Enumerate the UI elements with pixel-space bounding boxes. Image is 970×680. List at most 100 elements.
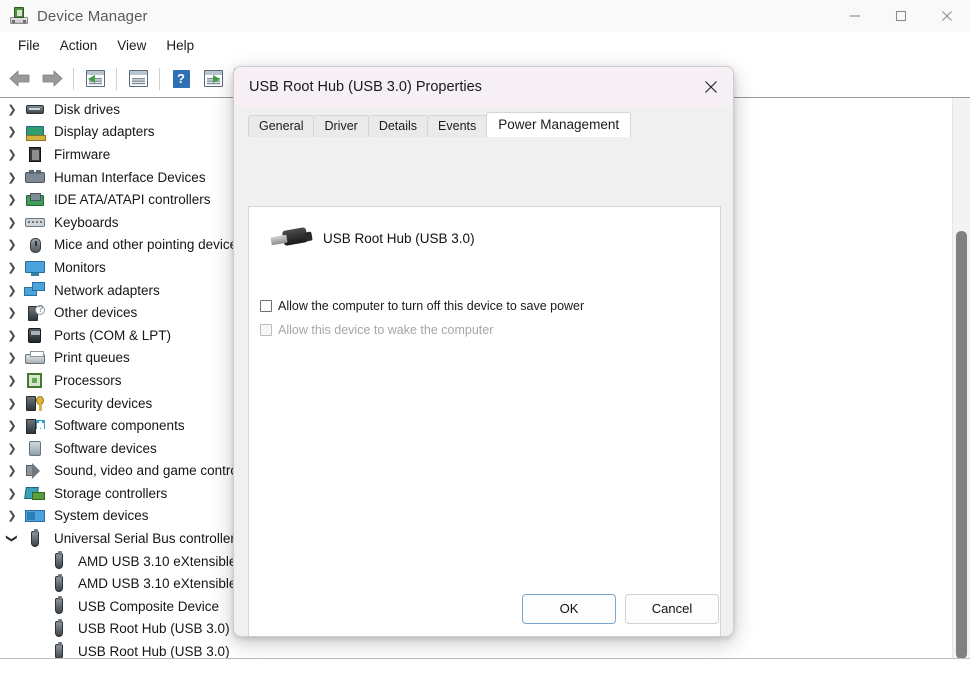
power-management-panel: USB Root Hub (USB 3.0) Allow the compute… [248, 206, 721, 636]
tree-item-label: Storage controllers [54, 485, 168, 501]
tab-events[interactable]: Events [427, 115, 488, 137]
close-button[interactable] [924, 0, 970, 32]
dialog-button-bar: OK Cancel [234, 581, 733, 636]
tree-item-label: Disk drives [54, 101, 121, 117]
tree-item-label: Processors [54, 372, 122, 388]
toolbar-separator [73, 67, 74, 90]
monitor-icon [24, 258, 46, 277]
scrollbar-thumb[interactable] [956, 231, 967, 659]
properties-dialog: USB Root Hub (USB 3.0) Properties Genera… [233, 66, 734, 637]
keyboard-icon [24, 213, 46, 231]
chevron-right-icon[interactable]: ❯ [0, 306, 24, 319]
chevron-right-icon[interactable]: ❯ [0, 351, 24, 364]
chevron-right-icon[interactable]: ❯ [0, 148, 24, 161]
human-interface-device-icon [24, 168, 46, 186]
toolbar-separator [116, 67, 117, 90]
tree-item-label: IDE ATA/ATAPI controllers [54, 192, 211, 208]
tree-item-label: Ports (COM & LPT) [54, 327, 172, 343]
usb-icon [24, 528, 46, 548]
chevron-right-icon[interactable]: ❯ [0, 464, 24, 477]
maximize-button[interactable] [878, 0, 924, 32]
chevron-right-icon[interactable]: ❯ [0, 261, 24, 274]
security-device-icon [24, 394, 46, 412]
menu-bar: File Action View Help [0, 32, 970, 59]
scan-hardware-changes-icon[interactable] [197, 64, 229, 94]
device-name: USB Root Hub (USB 3.0) [323, 230, 475, 246]
status-bar [0, 658, 970, 680]
tree-item-label: System devices [54, 508, 149, 524]
chevron-right-icon[interactable]: ❯ [0, 487, 24, 500]
chevron-right-icon[interactable]: ❯ [0, 509, 24, 522]
menu-item-action[interactable]: Action [50, 35, 108, 56]
chevron-right-icon[interactable]: ❯ [0, 238, 24, 251]
ok-button[interactable]: OK [522, 593, 616, 624]
tab-general[interactable]: General [248, 115, 315, 137]
chevron-down-icon[interactable]: ❯ [6, 527, 19, 551]
dialog-title: USB Root Hub (USB 3.0) Properties [249, 79, 482, 95]
vertical-scrollbar[interactable] [952, 98, 970, 659]
properties-window-icon[interactable] [79, 64, 111, 94]
allow-turn-off-label: Allow the computer to turn off this devi… [278, 299, 585, 313]
tree-item-label: Software components [54, 418, 185, 434]
option-row-wake-computer: Allow this device to wake the computer [260, 322, 720, 338]
printer-icon [24, 349, 46, 367]
tree-item-label: USB Root Hub (USB 3.0) [78, 644, 230, 658]
tab-details[interactable]: Details [367, 115, 429, 137]
system-device-icon [24, 507, 46, 525]
device-manager-window: Device Manager File Action View Help ? ❯… [0, 0, 970, 680]
minimize-button[interactable] [832, 0, 878, 32]
toolbar-separator [159, 67, 160, 90]
sound-device-icon [24, 462, 46, 480]
chevron-right-icon[interactable]: ❯ [0, 103, 24, 116]
dialog-close-button[interactable] [688, 67, 733, 107]
tree-item-label: Monitors [54, 259, 106, 275]
menu-item-view[interactable]: View [107, 35, 156, 56]
menu-item-help[interactable]: Help [156, 35, 204, 56]
ide-controller-icon [24, 191, 46, 209]
chevron-right-icon[interactable]: ❯ [0, 216, 24, 229]
tree-item-label: Sound, video and game controllers [54, 463, 263, 479]
cancel-button[interactable]: Cancel [625, 593, 719, 624]
chevron-right-icon[interactable]: ❯ [0, 374, 24, 387]
chevron-right-icon[interactable]: ❯ [0, 397, 24, 410]
tree-item-label: Keyboards [54, 214, 119, 230]
chevron-right-icon[interactable]: ❯ [0, 284, 24, 297]
chevron-right-icon[interactable]: ❯ [0, 125, 24, 138]
back-arrow-icon[interactable] [4, 64, 36, 94]
allow-turn-off-checkbox[interactable] [260, 300, 272, 312]
port-icon [24, 326, 46, 344]
tree-item-label: Display adapters [54, 124, 155, 140]
chevron-right-icon[interactable]: ❯ [0, 419, 24, 432]
dialog-titlebar: USB Root Hub (USB 3.0) Properties [234, 67, 733, 107]
storage-controller-icon [24, 484, 46, 502]
tree-item-label: Software devices [54, 440, 157, 456]
usb-plug-icon [269, 225, 313, 251]
software-device-icon [24, 439, 46, 457]
other-device-icon [24, 304, 46, 322]
mouse-icon [24, 236, 46, 254]
window-titlebar: Device Manager [0, 0, 970, 32]
software-component-icon [24, 417, 46, 435]
usb-icon [48, 573, 70, 593]
tree-item-label: Mice and other pointing devices [54, 237, 244, 253]
tree-item-label: USB Composite Device [78, 598, 220, 614]
tree-item-label: Human Interface Devices [54, 169, 206, 185]
processor-icon [24, 371, 46, 389]
allow-wake-label: Allow this device to wake the computer [278, 323, 494, 337]
display-adapter-icon [24, 123, 46, 141]
tree-item[interactable]: USB Root Hub (USB 3.0) [0, 640, 952, 658]
help-icon[interactable]: ? [165, 64, 197, 94]
menu-item-file[interactable]: File [8, 35, 50, 56]
tree-item-label: Universal Serial Bus controllers [54, 531, 242, 547]
usb-icon [48, 618, 70, 638]
dialog-tabs: General Driver Details Events Power Manageme… [248, 112, 733, 137]
tab-power-management[interactable]: Power Management [486, 112, 632, 137]
chevron-right-icon[interactable]: ❯ [0, 329, 24, 342]
forward-arrow-icon[interactable] [36, 64, 68, 94]
show-hidden-devices-icon[interactable] [122, 64, 154, 94]
tab-driver[interactable]: Driver [313, 115, 369, 137]
chevron-right-icon[interactable]: ❯ [0, 193, 24, 206]
chevron-right-icon[interactable]: ❯ [0, 171, 24, 184]
option-row-save-power[interactable]: Allow the computer to turn off this devi… [260, 298, 720, 314]
chevron-right-icon[interactable]: ❯ [0, 442, 24, 455]
